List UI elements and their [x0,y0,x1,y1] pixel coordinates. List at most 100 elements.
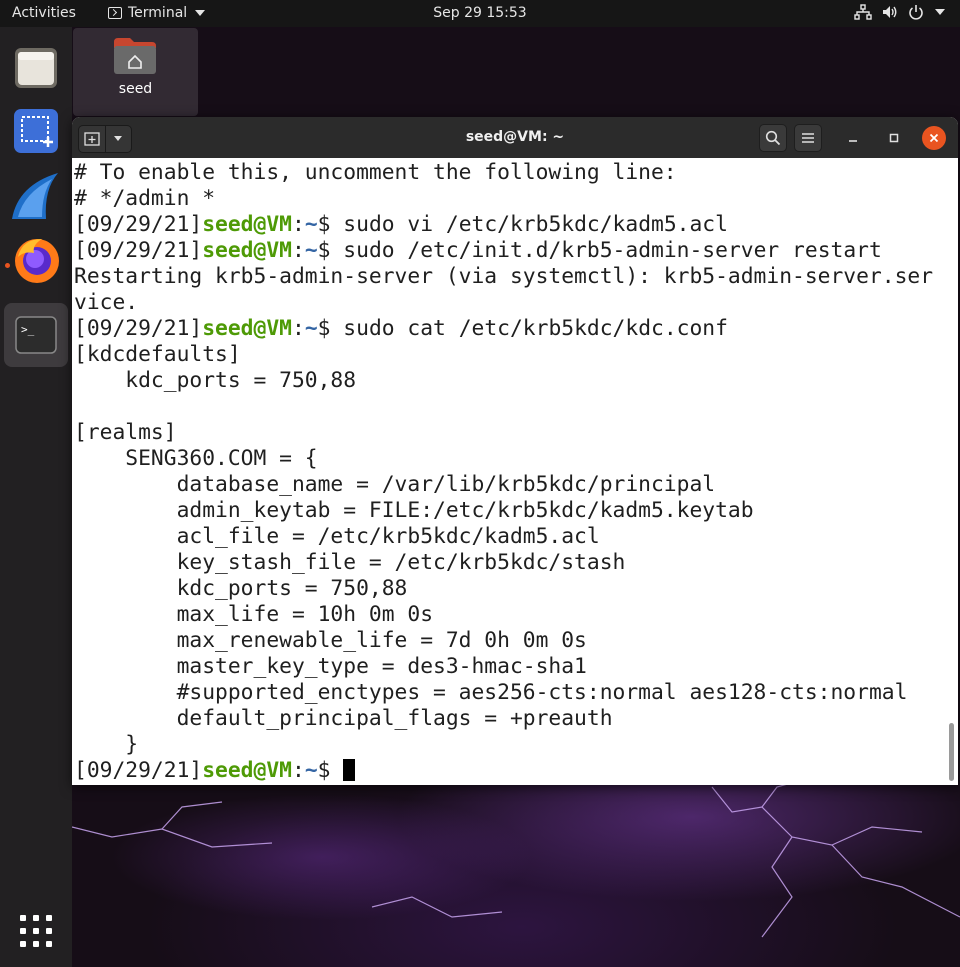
files-icon [15,48,57,88]
new-tab-icon [84,132,100,146]
prompt-dollar: $ [317,758,344,783]
prompt-path: ~ [304,212,318,237]
activities-button[interactable]: Activities [12,5,76,21]
output-line: } [74,732,933,758]
wallpaper-lightning [72,776,960,938]
output-text: kdc_ports = 750,88 [74,368,357,393]
close-button[interactable] [922,126,946,150]
scrollbar[interactable] [949,723,954,781]
prompt-separator: : [291,212,305,237]
prompt-line: [09/29/21]seed@VM:~$ [74,758,933,784]
prompt-line: [09/29/21]seed@VM:~$ sudo vi /etc/krb5kd… [74,212,933,238]
terminal-titlebar[interactable]: seed@VM: ~ [72,117,958,158]
output-line: SENG360.COM = { [74,446,933,472]
output-text: # */admin * [74,186,216,211]
output-text: kdc_ports = 750,88 [74,576,408,601]
prompt-line: [09/29/21]seed@VM:~$ sudo /etc/init.d/kr… [74,238,933,264]
terminal-output[interactable]: # To enable this, uncomment the followin… [72,158,958,785]
output-line: [realms] [74,420,933,446]
prompt-path: ~ [304,758,318,783]
desktop-home-folder[interactable]: seed [73,28,198,116]
prompt-separator: : [291,758,305,783]
output-text: max_renewable_life = 7d 0h 0m 0s [74,628,587,653]
output-line: #supported_enctypes = aes256-cts:normal … [74,680,933,706]
output-text: # To enable this, uncomment the followin… [74,160,677,185]
terminal-text: # To enable this, uncomment the followin… [74,160,933,784]
prompt-dollar: $ [317,316,344,341]
output-line: [kdcdefaults] [74,342,933,368]
output-text: [realms] [74,420,177,445]
prompt-dollar: $ [317,238,344,263]
minimize-icon [849,140,857,142]
output-text: #supported_enctypes = aes256-cts:normal … [74,680,908,705]
prompt-path: ~ [304,316,318,341]
maximize-button[interactable] [882,126,906,150]
app-menu[interactable]: Terminal [108,5,206,21]
output-line: default_principal_flags = +preauth [74,706,933,732]
system-tray[interactable] [854,4,946,20]
terminal-cursor [343,759,356,781]
terminal-icon [108,7,122,19]
home-folder-label: seed [118,81,153,97]
command-text: sudo vi /etc/krb5kdc/kadm5.acl [343,212,728,237]
window-title: seed@VM: ~ [465,129,565,145]
output-line: admin_keytab = FILE:/etc/krb5kdc/kadm5.k… [74,498,933,524]
output-text: key_stash_file = /etc/krb5kdc/stash [74,550,626,575]
maximize-icon [889,133,899,143]
output-text: default_principal_flags = +preauth [74,706,613,731]
dock-files[interactable] [4,35,68,99]
prompt-userhost: seed@VM [202,316,292,341]
prompt-userhost: seed@VM [202,238,292,263]
terminal-window[interactable]: seed@VM: ~ # To enable this, uncomment t… [72,117,958,785]
dock-screenshot[interactable] [4,99,68,163]
dock-terminal[interactable]: >_ [4,303,68,367]
output-text: [kdcdefaults] [74,342,241,367]
clock[interactable]: Sep 29 15:53 [433,5,526,21]
new-tab-group [78,125,132,153]
volume-icon [883,6,897,18]
network-icon [854,4,872,20]
tab-menu-button[interactable] [104,126,132,152]
output-text: vice. [74,290,139,315]
output-text: admin_keytab = FILE:/etc/krb5kdc/kadm5.k… [74,498,754,523]
home-folder-icon [114,38,156,74]
output-line: kdc_ports = 750,88 [74,368,933,394]
chevron-down-icon [195,10,206,16]
dock: >_ [0,27,72,967]
output-line: vice. [74,290,933,316]
output-text: Restarting krb5-admin-server (via system… [74,264,934,289]
terminal-icon: >_ [15,316,57,354]
search-button[interactable] [759,124,787,152]
output-line: kdc_ports = 750,88 [74,576,933,602]
output-text: acl_file = /etc/krb5kdc/kadm5.acl [74,524,600,549]
command-text: sudo cat /etc/krb5kdc/kdc.conf [343,316,728,341]
wireshark-icon [12,173,58,219]
prompt-separator: : [291,238,305,263]
output-line: database_name = /var/lib/krb5kdc/princip… [74,472,933,498]
dock-wireshark[interactable] [4,163,68,227]
show-applications-button[interactable] [20,915,52,947]
chevron-down-icon [935,9,945,15]
output-text: SENG360.COM = { [74,446,318,471]
output-line: key_stash_file = /etc/krb5kdc/stash [74,550,933,576]
dock-firefox[interactable] [4,227,68,291]
hamburger-menu-icon [802,133,814,143]
top-bar: Activities Terminal Sep 29 15:53 [0,0,960,27]
app-menu-label: Terminal [128,5,188,21]
firefox-icon [15,239,59,283]
menu-button[interactable] [794,124,822,152]
prompt-date: [09/29/21] [74,238,203,263]
prompt-dollar: $ [317,212,344,237]
output-line: # */admin * [74,186,933,212]
prompt-path: ~ [304,238,318,263]
minimize-button[interactable] [841,126,865,150]
new-tab-button[interactable] [79,126,105,152]
output-line: max_life = 10h 0m 0s [74,602,933,628]
output-text: database_name = /var/lib/krb5kdc/princip… [74,472,716,497]
prompt-userhost: seed@VM [202,758,292,783]
output-text: master_key_type = des3-hmac-sha1 [74,654,587,679]
prompt-userhost: seed@VM [202,212,292,237]
search-icon [765,130,781,146]
chevron-down-icon [114,136,123,141]
output-line: # To enable this, uncomment the followin… [74,160,933,186]
